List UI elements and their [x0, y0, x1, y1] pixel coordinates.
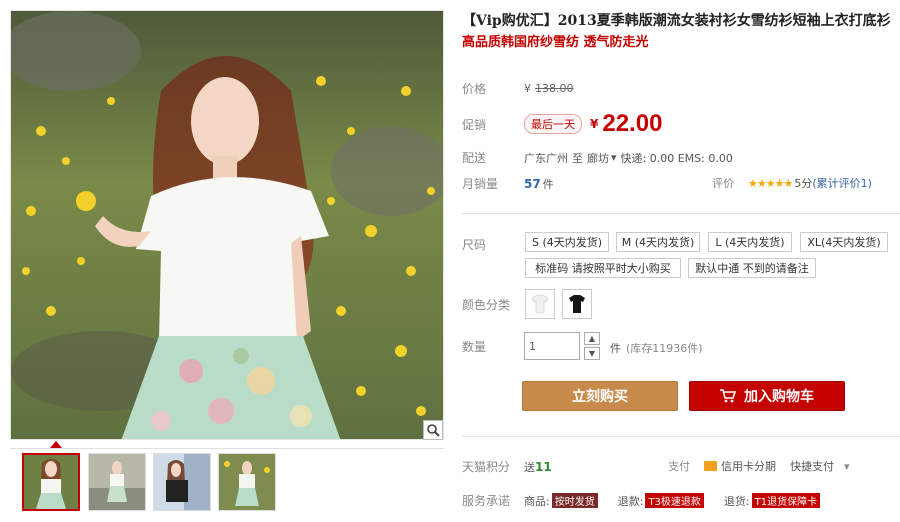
service-label: 服务承诺: [462, 494, 511, 508]
magnifier-icon: [427, 424, 440, 437]
cart-icon: [720, 389, 736, 403]
pay-label: 支付: [668, 460, 690, 473]
points-send: 送: [524, 460, 535, 474]
size-note-courier[interactable]: 默认中通 不到的请备注: [688, 258, 816, 278]
promo-price: 22.00: [602, 110, 663, 137]
product-title: 【Vip购优汇】2013夏季韩版潮流女装衬衫女雪纺衫短袖上衣打底衫: [462, 13, 891, 29]
action-buttons: 立刻购买 加入购物车: [462, 381, 900, 411]
white-blouse-swatch: [531, 294, 549, 314]
shipping-label: 配送: [462, 151, 487, 165]
chevron-down-icon[interactable]: ▾: [611, 151, 617, 164]
service-refund: 退款:: [617, 494, 644, 508]
color-label: 颜色分类: [462, 298, 511, 312]
add-to-cart-label: 加入购物车: [744, 389, 814, 405]
zoom-button[interactable]: [423, 420, 443, 440]
thumbnail-1[interactable]: [22, 453, 80, 511]
service-row: 服务承诺 商品: 按时发货 退款: T3极速退款 退货: T1退货保障卡: [462, 492, 822, 509]
stock-count: (库存11936件): [626, 342, 703, 355]
product-info-panel: 【Vip购优汇】2013夏季韩版潮流女装衬衫女雪纺衫短袖上衣打底衫 高品质韩国府…: [462, 10, 900, 508]
thumbnail-photo: [154, 454, 210, 510]
thumbnail-photo: [89, 454, 145, 510]
credit-card-icon: [704, 461, 717, 471]
chevron-down-icon[interactable]: ▾: [844, 460, 850, 473]
ship-to-word: 至: [572, 151, 583, 165]
points-row: 天猫积分 送 11 支付 信用卡分期 快捷支付 ▾: [462, 458, 892, 475]
color-option-white[interactable]: [525, 289, 555, 319]
original-price-label: 价格: [462, 82, 487, 96]
star-rating-icon: ★★★★★: [748, 176, 793, 190]
payment-block: 支付 信用卡分期 快捷支付 ▾: [668, 458, 850, 474]
fast-pay[interactable]: 快捷支付: [790, 458, 834, 474]
thumbnail-photo: [219, 454, 275, 510]
quantity-input[interactable]: [524, 332, 580, 360]
promo-badge: 最后一天: [524, 114, 582, 134]
sales-row: 月销量 57 件 评价 ★★★★★ 5分 (累计评价1): [462, 175, 892, 192]
thumbnail-strip: [10, 441, 444, 518]
black-blouse-swatch: [569, 295, 585, 313]
service-goods-badge[interactable]: 按时发货: [551, 493, 598, 508]
sales-count: 57: [524, 176, 541, 191]
size-options: S (4天内发货) M (4天内发货) L (4天内发货) XL(4天内发货) …: [462, 232, 900, 284]
color-option-black[interactable]: [562, 289, 592, 319]
buy-now-label: 立刻购买: [572, 389, 628, 405]
add-to-cart-button[interactable]: 加入购物车: [689, 381, 845, 411]
credit-installment[interactable]: 信用卡分期: [721, 458, 776, 474]
promo-price-row: 促销 最后一天 ¥ 22.00: [462, 110, 662, 138]
rating-block: 评价 ★★★★★ 5分 (累计评价1): [712, 175, 872, 191]
color-label-row: 颜色分类: [462, 296, 524, 313]
review-label: 评价: [712, 177, 734, 190]
original-price-row: 价格 ¥ 138.00: [462, 80, 574, 97]
sales-label: 月销量: [462, 177, 499, 191]
product-subtitle: 高品质韩国府纱雪纺 透气防走光: [462, 35, 649, 50]
thumbnail-2[interactable]: [88, 453, 146, 511]
ship-destination[interactable]: 廊坊: [587, 150, 609, 166]
shipping-row: 配送 广东广州 至 廊坊 ▾ 快递: 0.00 EMS: 0.00: [462, 149, 733, 166]
service-refund-badge[interactable]: T3极速退款: [645, 493, 704, 508]
shipping-fees: 快递: 0.00 EMS: 0.00: [620, 151, 733, 165]
service-return-badge[interactable]: T1退货保障卡: [751, 493, 821, 508]
points-label: 天猫积分: [462, 460, 511, 474]
quantity-row: 数量 ▲ ▼ 件 (库存11936件): [462, 332, 900, 362]
quantity-label: 数量: [462, 340, 487, 354]
divider: [462, 213, 900, 214]
size-note-standard[interactable]: 标准码 请按照平时大小购买: [525, 258, 681, 278]
size-option-xl[interactable]: XL(4天内发货): [800, 232, 888, 252]
thumbnail-photo: [24, 455, 78, 509]
thumbnail-3[interactable]: [153, 453, 211, 511]
thumb-selected-arrow: [50, 441, 62, 448]
promo-label: 促销: [462, 117, 487, 132]
quantity-up-icon[interactable]: ▲: [584, 332, 600, 345]
quantity-unit: 件: [610, 342, 621, 355]
quantity-down-icon[interactable]: ▼: [584, 347, 600, 360]
review-count-link[interactable]: (累计评价1): [812, 175, 872, 191]
main-product-image[interactable]: [10, 10, 444, 440]
buy-now-button[interactable]: 立刻购买: [522, 381, 678, 411]
size-option-s[interactable]: S (4天内发货): [525, 232, 609, 252]
service-goods: 商品:: [524, 494, 550, 508]
currency-symbol: ¥: [524, 82, 531, 95]
size-option-m[interactable]: M (4天内发货): [616, 232, 700, 252]
rating-score: 5分: [794, 177, 813, 190]
product-photo: [11, 11, 443, 439]
currency-symbol: ¥: [590, 117, 599, 131]
original-price: 138.00: [535, 82, 574, 95]
sales-unit: 件: [542, 177, 554, 191]
service-return: 退货:: [723, 494, 750, 508]
size-option-l[interactable]: L (4天内发货): [708, 232, 792, 252]
points-value: 11: [535, 459, 552, 474]
ship-from: 广东广州: [524, 151, 568, 165]
divider: [462, 436, 900, 437]
thumbnail-4[interactable]: [218, 453, 276, 511]
